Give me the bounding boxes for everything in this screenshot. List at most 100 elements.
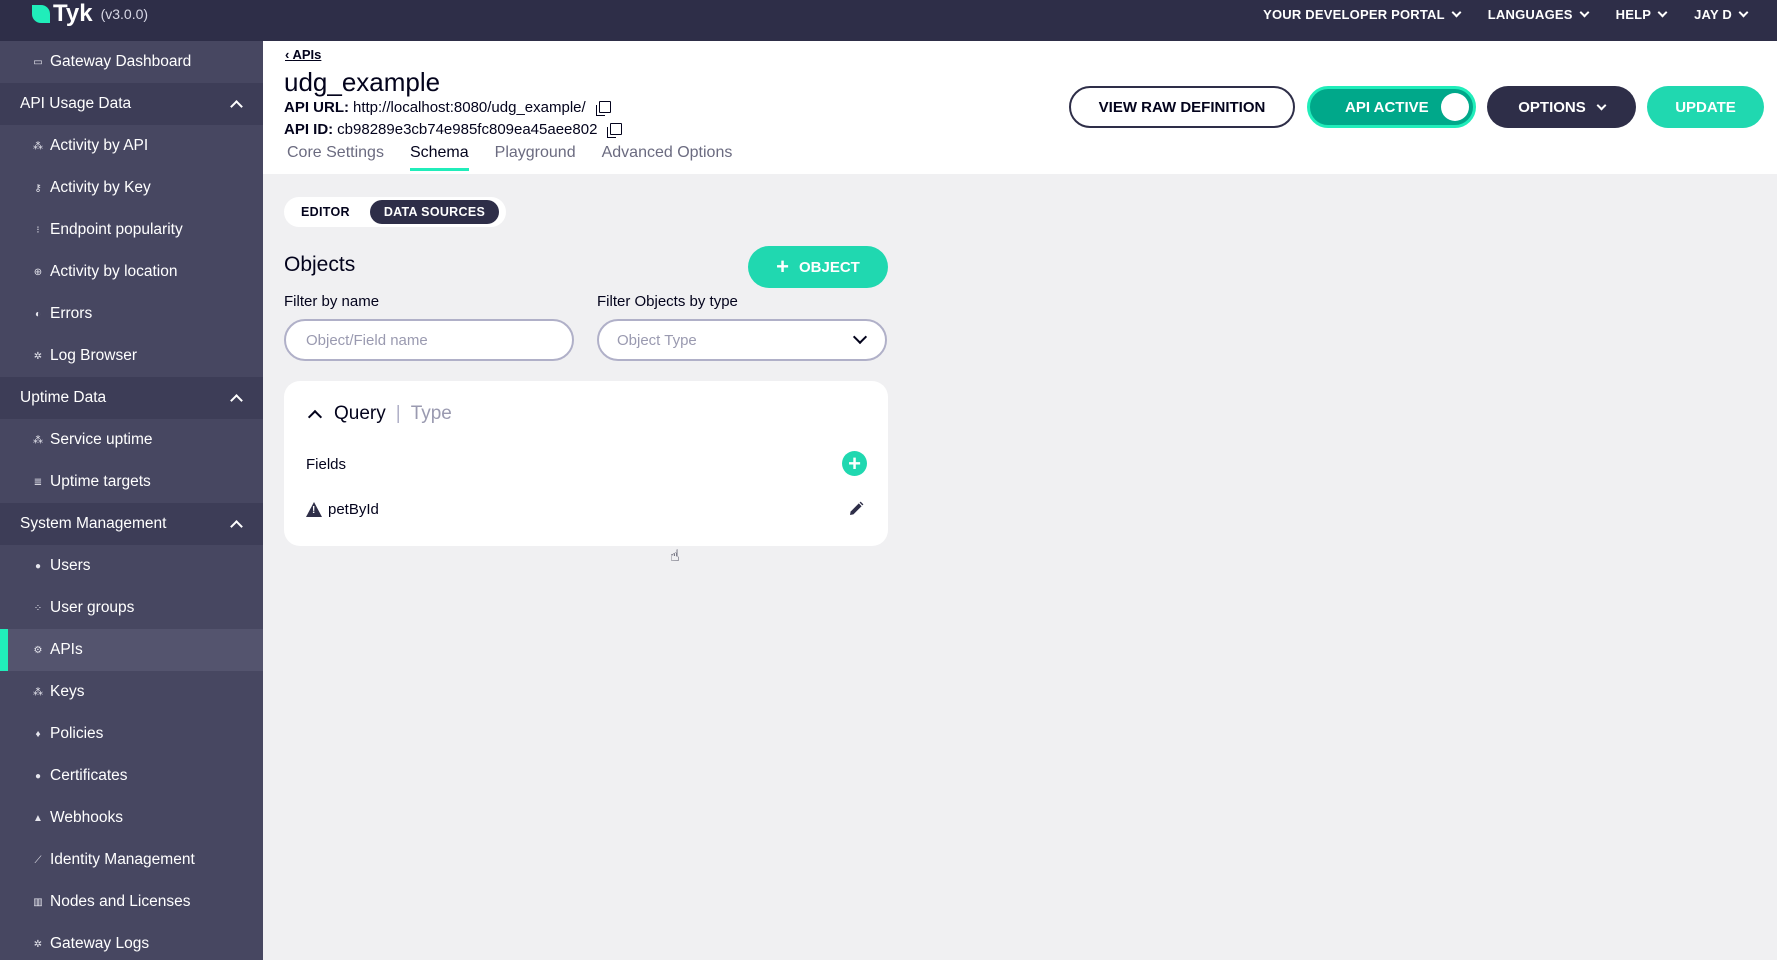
chevron-up-icon xyxy=(230,520,243,533)
schema-view-switch: EDITOR DATA SOURCES xyxy=(284,197,506,227)
sidebar-section-uptime-data[interactable]: Uptime Data xyxy=(0,377,263,419)
nav-help[interactable]: HELP xyxy=(1615,6,1668,22)
sidebar-item-label: APIs xyxy=(50,641,83,658)
users-icon: ⁘ xyxy=(33,602,43,614)
brand-version: (v3.0.0) xyxy=(100,6,149,22)
sidebar: ▭ Gateway Dashboard API Usage Data ⁂ Activit… xyxy=(0,41,263,960)
sidebar-item-activity-by-key[interactable]: ⚷ Activity by Key xyxy=(0,167,263,209)
separator: | xyxy=(395,403,401,424)
sidebar-item-endpoint-popularity[interactable]: ⁝ Endpoint popularity xyxy=(0,209,263,251)
sidebar-item-label: Nodes and Licenses xyxy=(50,893,191,910)
filter-name-input[interactable] xyxy=(284,319,574,361)
sidebar-item-users[interactable]: ● Users xyxy=(0,545,263,587)
options-button[interactable]: OPTIONS xyxy=(1487,86,1636,128)
sidebar-item-label: Service uptime xyxy=(50,431,153,448)
chevron-up-icon xyxy=(230,394,243,407)
sidebar-item-label: Activity by Key xyxy=(50,179,151,196)
tyk-logo: Tyk xyxy=(32,0,93,28)
monitor-icon: ▭ xyxy=(33,56,43,68)
chevron-down-icon xyxy=(1451,7,1462,17)
object-card: Query | Type Fields + petById xyxy=(284,381,888,546)
pencil-icon[interactable] xyxy=(848,501,864,517)
view-raw-definition-button[interactable]: VIEW RAW DEFINITION xyxy=(1069,86,1295,128)
gateway-logs-icon: ✲ xyxy=(33,938,43,950)
tab-schema[interactable]: Schema xyxy=(409,144,469,171)
api-tabs: Core Settings Schema Playground Advanced… xyxy=(287,144,732,171)
brand[interactable]: Tyk (v3.0.0) xyxy=(32,0,148,28)
sidebar-item-errors[interactable]: ◐ Errors xyxy=(0,293,263,335)
sidebar-item-gateway-dashboard[interactable]: ▭ Gateway Dashboard xyxy=(0,41,263,83)
sidebar-item-label: Errors xyxy=(50,305,93,322)
nav-user-menu[interactable]: JAY D xyxy=(1694,6,1749,22)
filter-type-label: Filter Objects by type xyxy=(597,293,738,310)
sidebar-item-label: Gateway Dashboard xyxy=(50,53,192,70)
add-object-button[interactable]: + OBJECT xyxy=(748,246,888,288)
collapse-chevron-icon[interactable] xyxy=(307,409,323,425)
main-content: ‹ APIs udg_example API URL: http://local… xyxy=(263,41,1777,960)
tab-advanced-options[interactable]: Advanced Options xyxy=(602,144,733,171)
sidebar-item-identity-management[interactable]: ⟋ Identity Management xyxy=(0,839,263,881)
sidebar-item-label: Gateway Logs xyxy=(50,935,150,952)
sidebar-section-label: System Management xyxy=(20,515,167,532)
api-id-label: API ID: xyxy=(284,121,334,138)
data-sources-segment[interactable]: DATA SOURCES xyxy=(369,200,500,224)
object-type-select[interactable]: Object Type xyxy=(597,319,887,361)
error-icon: ◐ xyxy=(34,308,42,320)
tab-core-settings[interactable]: Core Settings xyxy=(287,144,384,171)
sidebar-item-label: Certificates xyxy=(50,767,128,784)
object-type-placeholder: Object Type xyxy=(617,331,697,349)
sidebar-section-api-usage-data[interactable]: API Usage Data xyxy=(0,83,263,125)
api-url-row: API URL: http://localhost:8080/udg_examp… xyxy=(284,99,611,116)
sidebar-item-label: Webhooks xyxy=(50,809,123,826)
sidebar-section-system-management[interactable]: System Management xyxy=(0,503,263,545)
warning-icon xyxy=(306,502,322,517)
api-active-label: API ACTIVE xyxy=(1345,98,1429,116)
top-bar: Tyk (v3.0.0) YOUR DEVELOPER PORTAL LANGU… xyxy=(0,0,1777,41)
toggle-knob xyxy=(1441,93,1469,121)
sidebar-item-activity-by-api[interactable]: ⁂ Activity by API xyxy=(0,125,263,167)
page-title: udg_example xyxy=(284,67,441,97)
nav-developer-portal[interactable]: YOUR DEVELOPER PORTAL xyxy=(1263,7,1462,22)
fields-label: Fields xyxy=(306,456,347,473)
sidebar-item-activity-by-location[interactable]: ⊕ Activity by location xyxy=(0,251,263,293)
sidebar-item-service-uptime[interactable]: ⁂ Service uptime xyxy=(0,419,263,461)
brand-name: Tyk xyxy=(53,0,93,27)
editor-segment[interactable]: EDITOR xyxy=(287,200,364,224)
copy-icon[interactable] xyxy=(595,100,611,116)
sidebar-item-label: Endpoint popularity xyxy=(50,221,183,238)
add-field-button[interactable]: + xyxy=(842,451,867,476)
sidebar-item-certificates[interactable]: ● Certificates xyxy=(0,755,263,797)
copy-icon[interactable] xyxy=(607,122,623,138)
sidebar-item-label: User groups xyxy=(50,599,135,616)
identity-icon: ⟋ xyxy=(34,854,42,866)
sidebar-item-keys[interactable]: ⁂ Keys xyxy=(0,671,263,713)
api-active-toggle[interactable]: API ACTIVE xyxy=(1307,86,1476,128)
sidebar-item-nodes-and-licenses[interactable]: ▥ Nodes and Licenses xyxy=(0,881,263,923)
update-button[interactable]: UPDATE xyxy=(1647,86,1764,128)
sidebar-item-label: Identity Management xyxy=(50,851,195,868)
sidebar-item-uptime-targets[interactable]: ≣ Uptime targets xyxy=(0,461,263,503)
tab-playground[interactable]: Playground xyxy=(495,144,576,171)
nav-languages[interactable]: LANGUAGES xyxy=(1488,7,1590,22)
plus-icon: + xyxy=(776,254,789,279)
nodes-icon: ▥ xyxy=(33,896,43,908)
api-header: ‹ APIs udg_example API URL: http://local… xyxy=(263,41,1777,174)
sidebar-item-log-browser[interactable]: ✲ Log Browser xyxy=(0,335,263,377)
add-object-label: OBJECT xyxy=(799,258,860,276)
field-row[interactable]: petById xyxy=(306,501,379,518)
sidebar-item-user-groups[interactable]: ⁘ User groups xyxy=(0,587,263,629)
sidebar-item-label: Keys xyxy=(50,683,85,700)
object-kind: Type xyxy=(410,403,452,424)
sidebar-item-label: Users xyxy=(50,557,91,574)
nav-user-label: JAY D xyxy=(1694,6,1732,22)
chevron-down-icon xyxy=(1596,100,1607,110)
options-label: OPTIONS xyxy=(1518,98,1586,116)
nav-help-label: HELP xyxy=(1615,6,1652,22)
sidebar-item-apis[interactable]: ⚙ APIs xyxy=(0,629,263,671)
field-name: petById xyxy=(328,501,379,518)
back-to-apis-link[interactable]: ‹ APIs xyxy=(285,47,321,62)
keys-icon: ⁂ xyxy=(33,686,43,698)
sidebar-item-gateway-logs[interactable]: ✲ Gateway Logs xyxy=(0,923,263,960)
sidebar-item-webhooks[interactable]: ▲ Webhooks xyxy=(0,797,263,839)
sidebar-item-policies[interactable]: ♦ Policies xyxy=(0,713,263,755)
